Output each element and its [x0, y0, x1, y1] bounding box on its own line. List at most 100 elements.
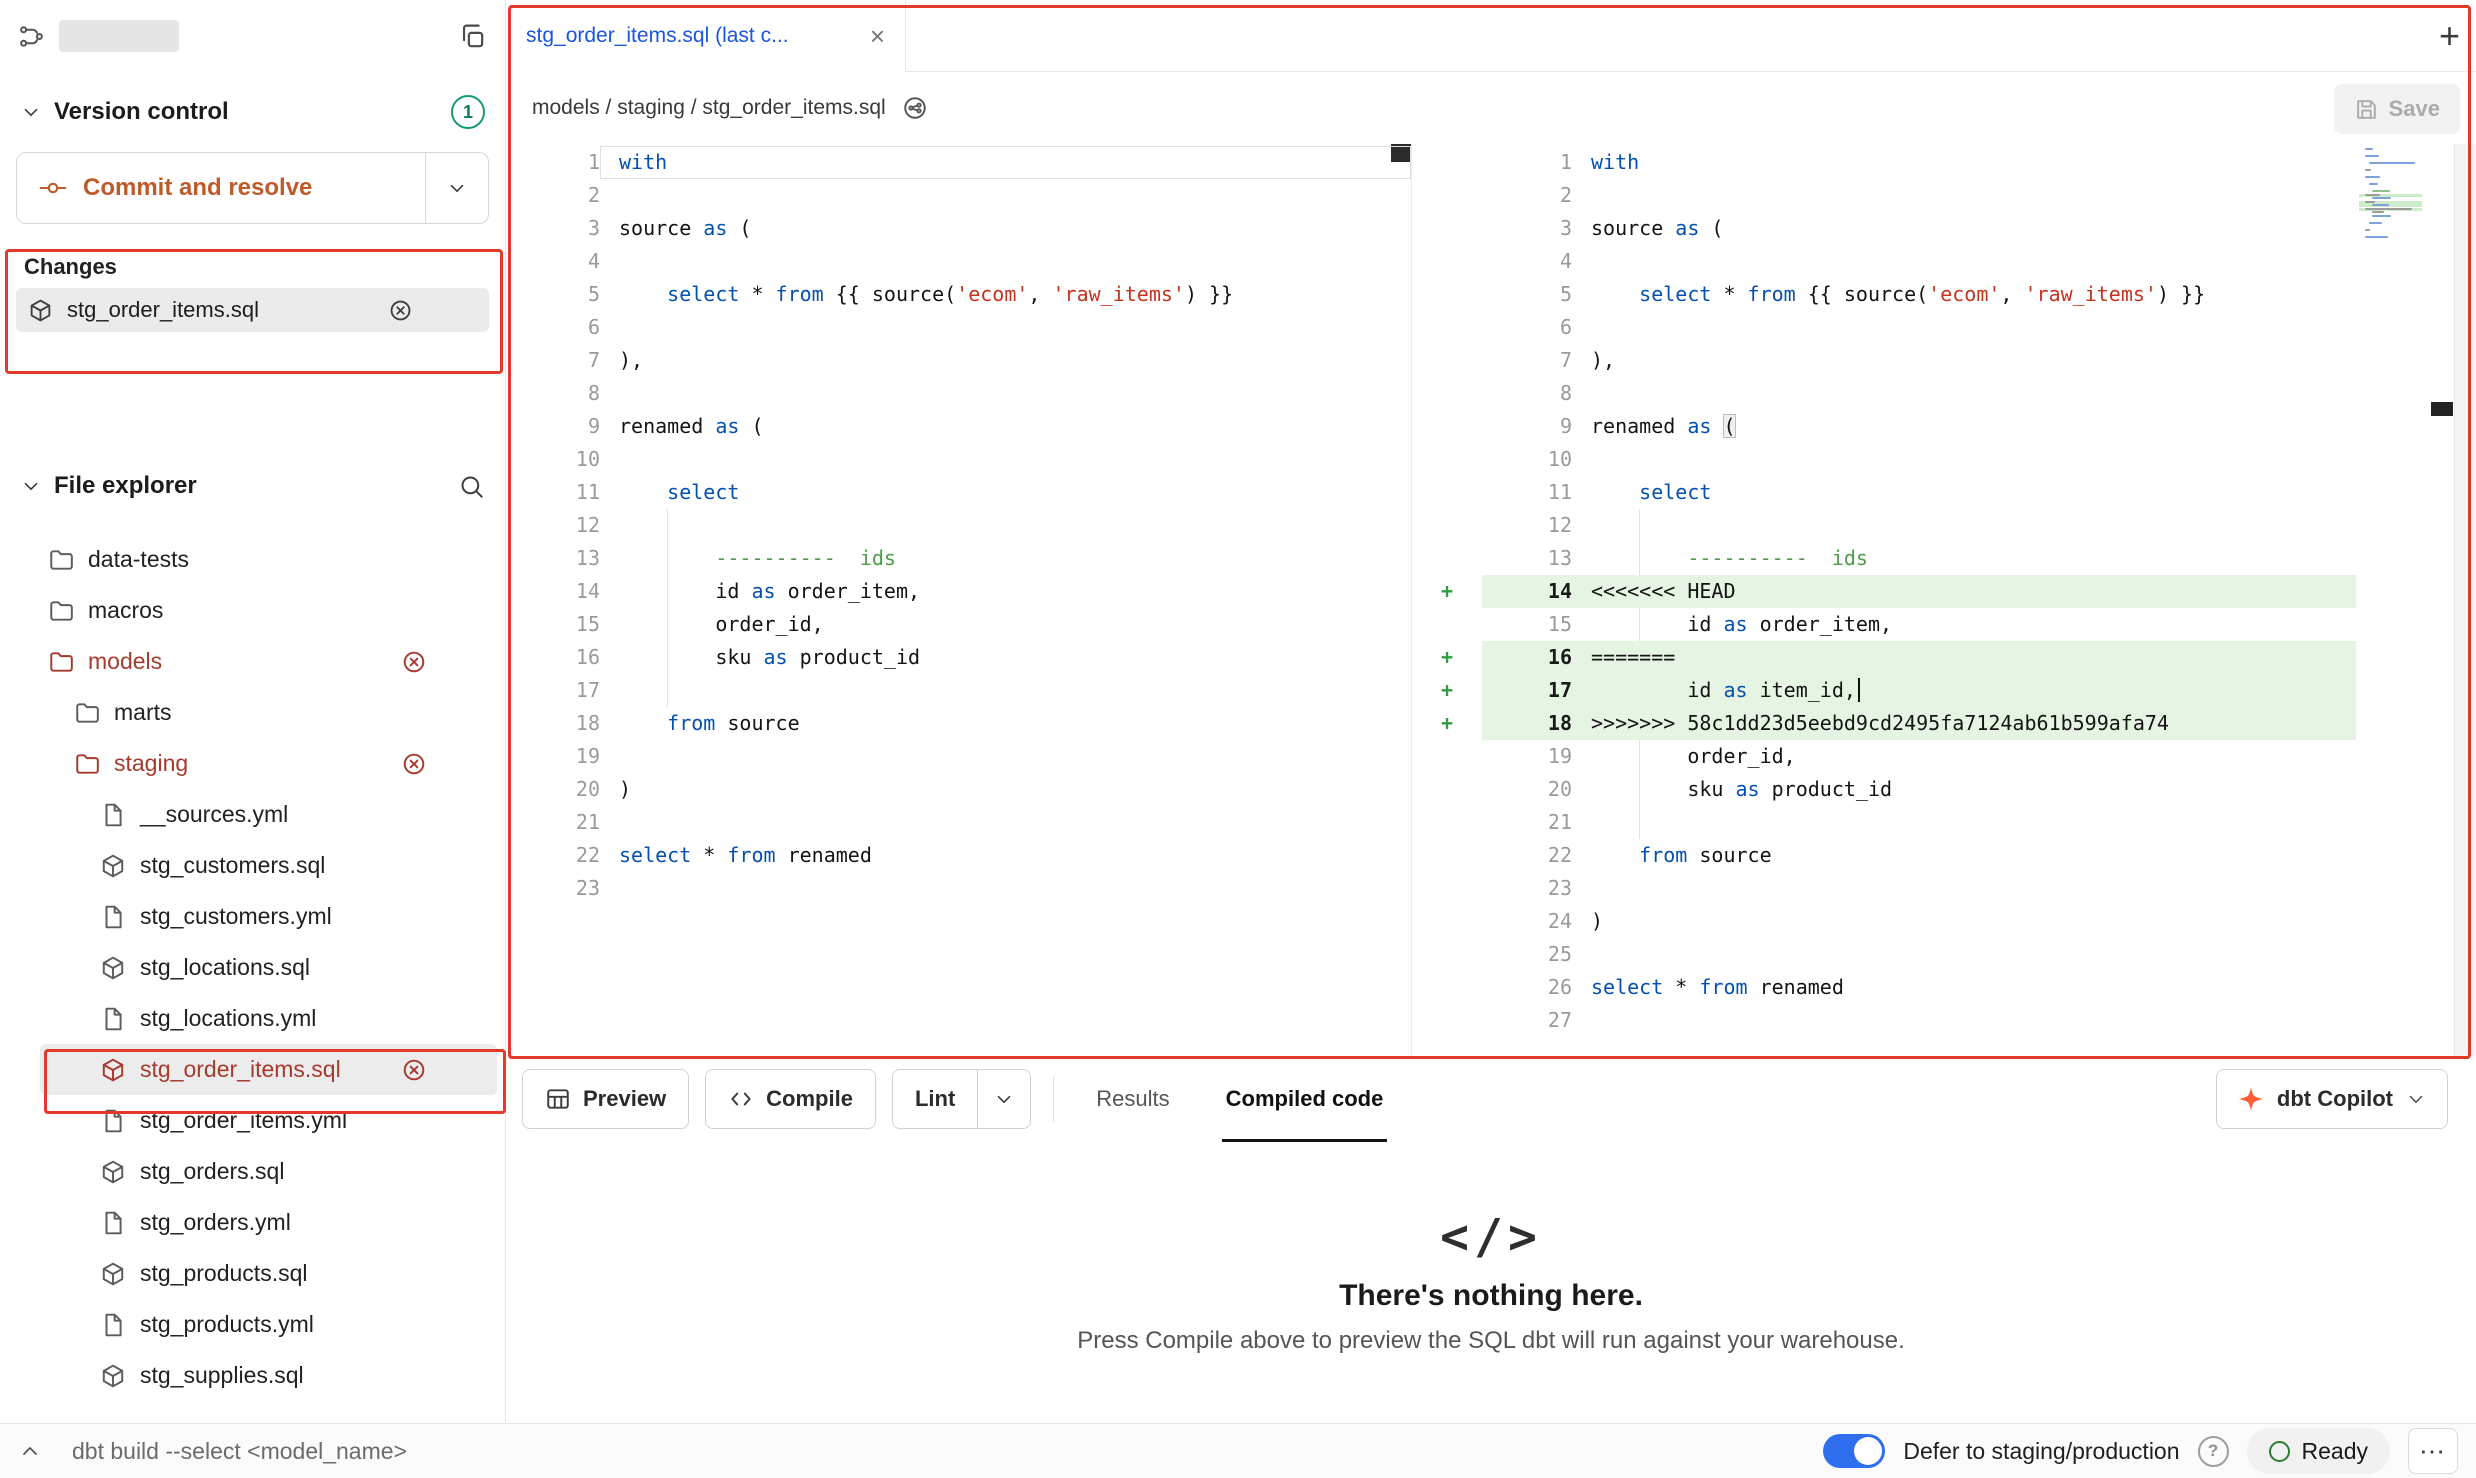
model-icon [100, 1159, 126, 1185]
chevron-up-icon[interactable] [18, 1439, 42, 1463]
minimap[interactable] [2365, 148, 2420, 268]
line-number: 19 [506, 740, 600, 773]
editor-toolbar: Preview Compile Lint Resu [506, 1056, 2476, 1142]
file-item-marts[interactable]: marts [40, 687, 497, 738]
changed-file-item[interactable]: stg_order_items.sql [16, 288, 489, 332]
line-number: 10 [1482, 443, 1572, 476]
line-number: 22 [506, 839, 600, 872]
file-item-stg_orders.sql[interactable]: stg_orders.sql [40, 1146, 497, 1197]
file-item-staging[interactable]: staging [40, 738, 497, 789]
commit-options-dropdown[interactable] [425, 153, 488, 223]
code-text: ), [1572, 344, 2356, 377]
merge-conflict-icon[interactable] [401, 1057, 427, 1083]
right-pane-scrollbar-thumb[interactable] [2431, 402, 2453, 416]
defer-toggle[interactable] [1823, 1434, 1885, 1468]
tab-results[interactable]: Results [1088, 1056, 1177, 1142]
file-item-stg_locations.yml[interactable]: stg_locations.yml [40, 993, 497, 1044]
search-icon[interactable] [458, 473, 485, 500]
compile-button[interactable]: Compile [705, 1069, 876, 1129]
file-item-stg_locations.sql[interactable]: stg_locations.sql [40, 942, 497, 993]
code-text: <<<<<<< HEAD [1572, 575, 2356, 608]
code-line: 22select * from renamed [506, 839, 1411, 872]
file-item-stg_order_items.sql[interactable]: stg_order_items.sql [40, 1044, 497, 1095]
diff-added-marker [1412, 476, 1482, 509]
lint-options-dropdown[interactable] [977, 1070, 1030, 1128]
file-item-data-tests[interactable]: data-tests [40, 534, 497, 585]
editor-pane-left[interactable]: 1with23source as (45 select * from {{ so… [506, 144, 1412, 1056]
compiled-code-tab-label: Compiled code [1226, 1086, 1384, 1112]
merge-conflict-icon[interactable] [401, 751, 427, 777]
merge-conflict-icon[interactable] [401, 649, 427, 675]
line-number: 21 [506, 806, 600, 839]
new-tab-icon[interactable]: + [2439, 15, 2460, 57]
folder-icon [74, 700, 100, 726]
indent-guide [667, 575, 668, 608]
file-item-label: stg_orders.sql [140, 1158, 284, 1185]
editor-tab[interactable]: stg_order_items.sql (last c... × [506, 0, 906, 72]
editor-pane-right[interactable]: 1with23source as (45 select * from {{ so… [1412, 144, 2476, 1056]
model-icon [100, 955, 126, 981]
file-item-stg_orders.yml[interactable]: stg_orders.yml [40, 1197, 497, 1248]
file-item-stg_customers.sql[interactable]: stg_customers.sql [40, 840, 497, 891]
code-line: +17 id as item_id, [1412, 674, 2356, 707]
line-number: 24 [1482, 905, 1572, 938]
code-text [600, 443, 1411, 476]
code-text [600, 674, 1411, 707]
file-explorer-section: File explorer data-testsmacrosmodelsmart… [0, 462, 505, 1401]
right-pane-scrollbar-track[interactable] [2454, 144, 2476, 1056]
more-options-button[interactable]: ⋯ [2408, 1428, 2458, 1474]
code-line: 6 [1412, 311, 2356, 344]
line-number: 11 [506, 476, 600, 509]
tab-compiled-code[interactable]: Compiled code [1218, 1056, 1392, 1142]
file-item-label: stg_supplies.sql [140, 1362, 304, 1389]
copilot-button-label: dbt Copilot [2277, 1086, 2393, 1112]
diff-added-marker [1412, 740, 1482, 773]
copy-icon[interactable] [458, 22, 487, 51]
code-line: 20) [506, 773, 1411, 806]
diff-added-marker [1412, 938, 1482, 971]
table-icon [545, 1086, 571, 1112]
diff-editor[interactable]: 1with23source as (45 select * from {{ so… [506, 144, 2476, 1056]
ide-status-button[interactable]: Ready [2247, 1428, 2390, 1474]
file-item-stg_order_items.yml[interactable]: stg_order_items.yml [40, 1095, 497, 1146]
line-number: 26 [1482, 971, 1572, 1004]
code-line: 20 sku as product_id [1412, 773, 2356, 806]
preview-button[interactable]: Preview [522, 1069, 689, 1129]
code-text: sku as product_id [600, 641, 1411, 674]
file-item-__sources.yml[interactable]: __sources.yml [40, 789, 497, 840]
file-item-models[interactable]: models [40, 636, 497, 687]
lint-button[interactable]: Lint [893, 1070, 977, 1128]
close-icon[interactable]: × [870, 23, 885, 49]
status-bar-right: Defer to staging/production ? Ready ⋯ [1823, 1428, 2458, 1474]
preview-button-label: Preview [583, 1086, 666, 1112]
line-number: 8 [1482, 377, 1572, 410]
code-line: 25 [1412, 938, 2356, 971]
file-item-stg_products.sql[interactable]: stg_products.sql [40, 1248, 497, 1299]
code-text: renamed as ( [1572, 410, 2356, 443]
code-line: 9renamed as ( [1412, 410, 2356, 443]
file-item-macros[interactable]: macros [40, 585, 497, 636]
lineage-icon[interactable] [902, 95, 928, 121]
command-preview-text[interactable]: dbt build --select <model_name> [72, 1438, 407, 1465]
diff-added-marker [1412, 542, 1482, 575]
line-number: 20 [1482, 773, 1572, 806]
code-line: 7), [506, 344, 1411, 377]
version-control-header[interactable]: Version control 1 [0, 88, 505, 136]
code-line: 11 select [1412, 476, 2356, 509]
file-item-stg_customers.yml[interactable]: stg_customers.yml [40, 891, 497, 942]
code-line: 17 [506, 674, 1411, 707]
diff-added-marker [1412, 179, 1482, 212]
diff-added-marker [1412, 971, 1482, 1004]
code-text [1572, 443, 2356, 476]
commit-and-resolve-button[interactable]: Commit and resolve [17, 153, 425, 223]
merge-conflict-icon[interactable] [388, 298, 413, 323]
help-icon[interactable]: ? [2198, 1436, 2229, 1467]
save-button[interactable]: Save [2334, 84, 2460, 134]
code-text: select [600, 476, 1411, 509]
file-item-stg_supplies.sql[interactable]: stg_supplies.sql [40, 1350, 497, 1401]
file-item-stg_products.yml[interactable]: stg_products.yml [40, 1299, 497, 1350]
file-explorer-header[interactable]: File explorer [0, 462, 505, 510]
dag-icon[interactable] [18, 23, 45, 50]
dbt-copilot-button[interactable]: dbt Copilot [2216, 1069, 2448, 1129]
indent-guide [1639, 509, 1640, 542]
